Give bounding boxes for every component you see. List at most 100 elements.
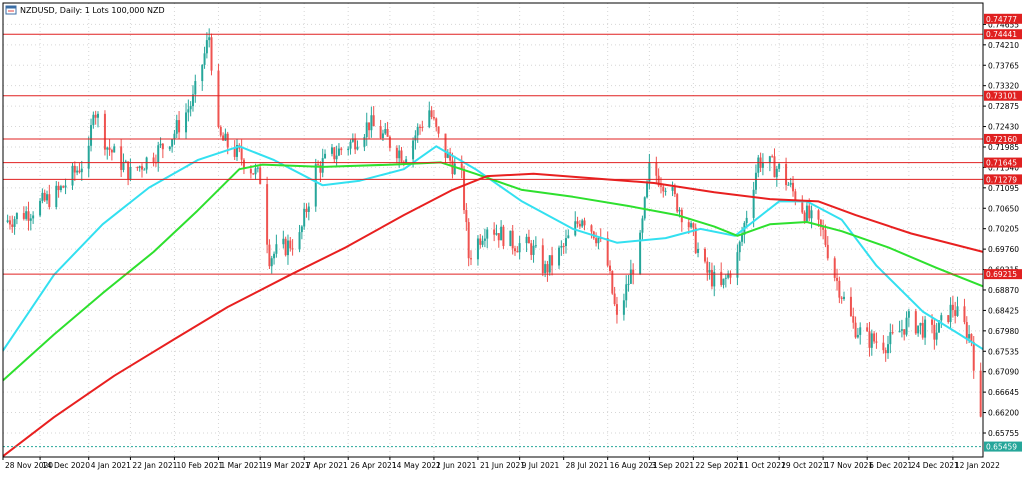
candle-body	[305, 208, 308, 212]
candle-body	[171, 139, 174, 147]
candle-body	[905, 317, 908, 335]
candle-body	[32, 215, 35, 219]
date-tick-label: 21 Jun 2021	[480, 461, 525, 470]
candle-body	[314, 164, 317, 207]
candle-body	[479, 238, 482, 245]
candle-body	[530, 243, 533, 255]
candle-body	[59, 186, 62, 191]
candle-body	[270, 258, 273, 267]
candle-body	[201, 64, 204, 82]
candle-body	[127, 161, 130, 180]
candle-body	[159, 143, 162, 146]
candle-body	[273, 253, 276, 259]
level-price-tag-text: 0.71645	[986, 159, 1017, 168]
candle-body	[268, 244, 271, 267]
candle-body	[706, 261, 709, 273]
candle-body	[803, 212, 806, 222]
candle-body	[152, 157, 155, 163]
candle-body	[724, 277, 727, 279]
candle-body	[300, 226, 303, 233]
candle-body	[949, 304, 952, 323]
candle-body	[697, 248, 700, 253]
price-tick-label: 0.70205	[988, 225, 1019, 234]
candle-body	[210, 37, 213, 71]
candle-body	[122, 162, 125, 170]
candle-body	[859, 327, 862, 335]
level-price-tag-text: 0.73101	[986, 92, 1017, 101]
candle-body	[29, 218, 32, 221]
price-tick-label: 0.67980	[988, 327, 1019, 336]
candle-body	[664, 190, 667, 192]
candle-body	[194, 81, 197, 95]
candle-body	[648, 162, 651, 182]
candle-body	[222, 135, 225, 141]
candle-body	[659, 185, 662, 187]
price-axis[interactable]: 0.746550.742100.737650.733200.728750.724…	[983, 20, 1019, 438]
candle-body	[768, 156, 771, 163]
date-tick-label: 14 May 2021	[392, 461, 441, 470]
candle-body	[581, 220, 584, 227]
candle-body	[333, 147, 336, 160]
candle-body	[921, 322, 924, 338]
price-tick-label: 0.74210	[988, 41, 1019, 50]
candle-body	[303, 208, 306, 227]
candle-body	[340, 148, 343, 151]
candle-body	[365, 122, 368, 138]
candle-body	[379, 126, 382, 138]
candle-body	[710, 270, 713, 287]
candle-body	[968, 334, 971, 339]
candle-body	[590, 225, 593, 232]
current-price-tag-text: 0.65459	[986, 443, 1017, 452]
candle-body	[388, 136, 391, 148]
candle-body	[157, 145, 160, 163]
candle-body	[103, 113, 106, 150]
candle-body	[13, 219, 16, 227]
price-tick-label: 0.66645	[988, 388, 1019, 397]
price-chart[interactable]: 0.746550.742100.737650.733200.728750.724…	[0, 0, 1024, 477]
candle-body	[219, 126, 222, 136]
candle-body	[690, 223, 693, 228]
candle-body	[643, 197, 646, 219]
date-tick-label: 22 Sep 2021	[695, 461, 743, 470]
candle-body	[282, 238, 285, 245]
price-tick-label: 0.67090	[988, 368, 1019, 377]
candle-body	[39, 200, 42, 216]
candle-body	[551, 255, 554, 266]
candle-body	[527, 236, 530, 244]
candle-body	[41, 192, 44, 201]
chart-window[interactable]: 0.74655 0.74210 0.73765 0.73320 0.72875 0.724…	[0, 0, 1024, 477]
candle-body	[467, 222, 470, 259]
date-tick-label: 11 Oct 2021	[739, 461, 786, 470]
candle-body	[956, 306, 959, 316]
candle-body	[940, 315, 943, 321]
candle-body	[761, 162, 764, 168]
candle-body	[935, 332, 938, 340]
candle-body	[240, 148, 243, 160]
candle-body	[708, 270, 711, 273]
candle-body	[208, 37, 211, 41]
candle-body	[914, 311, 917, 334]
candle-body	[161, 143, 164, 150]
candle-body	[48, 194, 51, 207]
candle-body	[106, 147, 109, 150]
candle-body	[493, 229, 496, 235]
date-tick-label: 17 Nov 2021	[825, 461, 873, 470]
candle-body	[516, 251, 519, 253]
candle-body	[224, 133, 227, 141]
candle-body	[560, 245, 563, 248]
candle-body	[972, 341, 975, 371]
candle-body	[662, 186, 665, 192]
candle-body	[838, 280, 841, 298]
candle-body	[808, 205, 811, 219]
candle-body	[954, 310, 957, 316]
candle-body	[900, 329, 903, 331]
candle-body	[187, 109, 190, 113]
candle-body	[544, 264, 547, 274]
candle-body	[113, 146, 116, 153]
candle-body	[495, 233, 498, 235]
candle-body	[46, 194, 49, 201]
candle-body	[873, 333, 876, 342]
candle-body	[90, 125, 93, 146]
candle-body	[203, 53, 206, 65]
candle-body	[266, 184, 269, 245]
